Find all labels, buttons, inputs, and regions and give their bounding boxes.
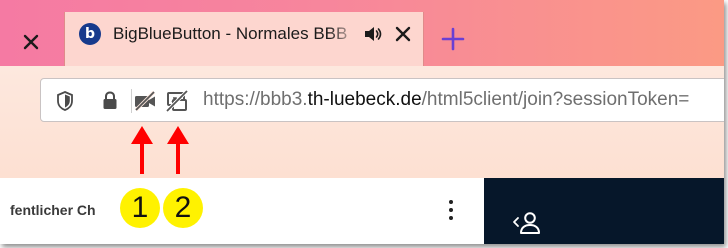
tracking-protection-shield-icon[interactable]: [55, 90, 75, 112]
kebab-dot: [449, 200, 453, 204]
screenshot-frame: b BigBlueButton - Normales BBB https://b…: [0, 0, 724, 244]
url-text[interactable]: https://bbb3.th-luebeck.de/html5client/j…: [203, 89, 689, 111]
kebab-dot: [449, 216, 453, 220]
tab-title: BigBlueButton - Normales BBB: [113, 24, 348, 43]
lock-icon[interactable]: [101, 90, 119, 112]
chat-title: fentlicher Ch: [10, 202, 96, 218]
url-path: /html5client/join?sessionToken=: [421, 89, 690, 110]
user-list-icon[interactable]: [512, 210, 542, 236]
annotation-badge-2: 2: [163, 188, 203, 228]
red-arrow-1-icon: [131, 126, 153, 174]
screen-share-blocked-icon[interactable]: [165, 90, 189, 112]
chat-options-button[interactable]: [448, 200, 454, 222]
kebab-dot: [449, 208, 453, 212]
chat-panel-header: fentlicher Ch: [0, 178, 484, 244]
camera-blocked-icon[interactable]: [133, 90, 157, 112]
previous-tab-close-button[interactable]: [0, 18, 62, 66]
address-bar[interactable]: https://bbb3.th-luebeck.de/html5client/j…: [40, 78, 724, 122]
new-tab-button[interactable]: [440, 26, 466, 52]
speaker-icon[interactable]: [362, 23, 384, 45]
close-icon: [23, 34, 39, 50]
annotation-badge-1: 1: [120, 188, 160, 228]
navigation-toolbar: https://bbb3.th-luebeck.de/html5client/j…: [0, 66, 724, 178]
url-prefix: https://bbb3.: [203, 89, 308, 110]
address-bar-separator: [131, 89, 132, 113]
tab-active[interactable]: b BigBlueButton - Normales BBB: [64, 12, 424, 66]
red-arrow-2-icon: [167, 126, 189, 174]
bigbluebutton-favicon-icon: b: [79, 23, 101, 45]
user-list-sidebar: [484, 178, 724, 244]
url-host: th-luebeck.de: [307, 89, 422, 110]
tab-strip: b BigBlueButton - Normales BBB: [0, 0, 724, 66]
tab-close-button[interactable]: [394, 25, 412, 43]
